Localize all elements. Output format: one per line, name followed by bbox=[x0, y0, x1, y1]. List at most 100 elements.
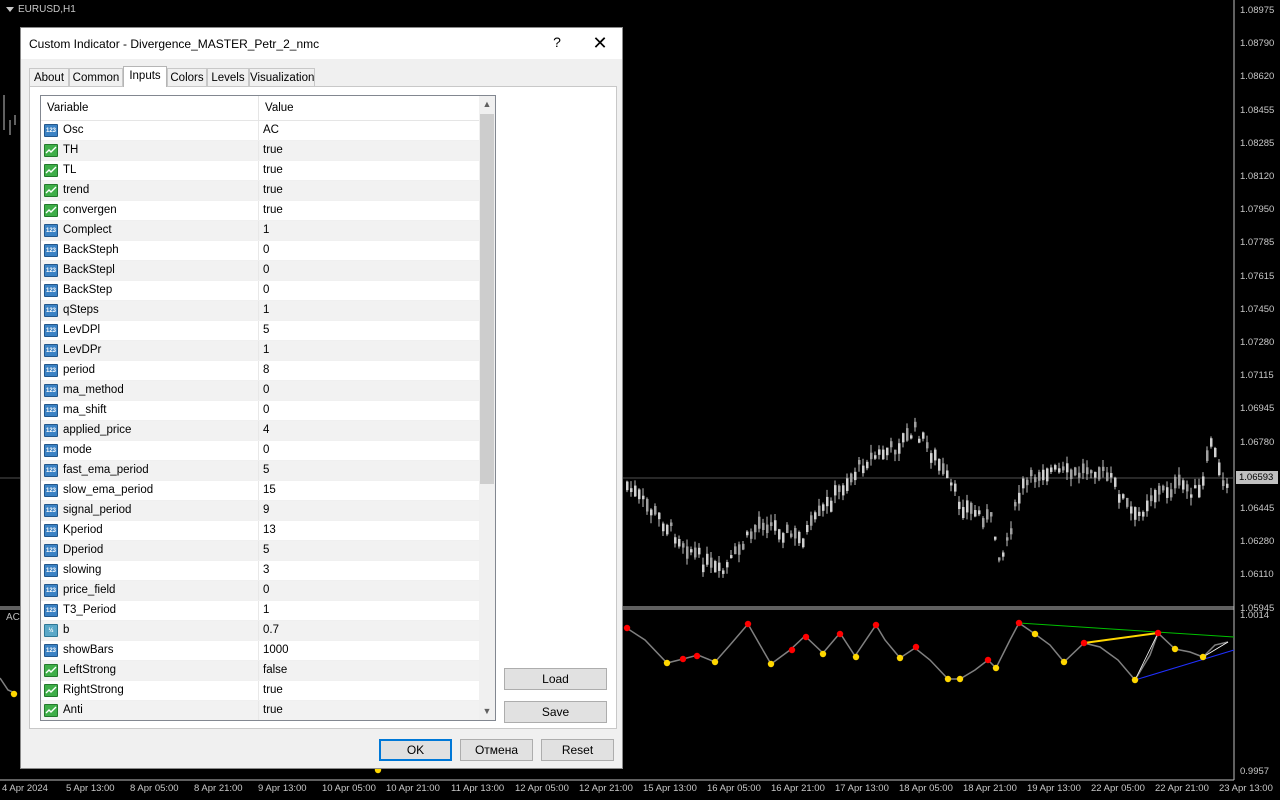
param-value[interactable]: 3 bbox=[263, 564, 269, 576]
candle-body bbox=[978, 510, 981, 515]
param-row-slowing[interactable]: 123 slowing 3 bbox=[41, 561, 479, 581]
peak-marker bbox=[984, 656, 992, 664]
param-value[interactable]: 1 bbox=[263, 304, 269, 316]
candle-body bbox=[1038, 472, 1041, 481]
param-row-kperiod[interactable]: 123 Kperiod 13 bbox=[41, 521, 479, 541]
param-value[interactable]: 13 bbox=[263, 524, 276, 536]
param-value[interactable]: 1 bbox=[263, 224, 269, 236]
tab-about[interactable]: About bbox=[29, 68, 69, 86]
save-button[interactable]: Save bbox=[504, 701, 607, 723]
tab-levels[interactable]: Levels bbox=[207, 68, 249, 86]
column-header-value[interactable]: Value bbox=[265, 102, 294, 114]
candle-body bbox=[774, 520, 777, 531]
candle-body bbox=[814, 512, 817, 520]
integer-type-icon: 123 bbox=[44, 444, 58, 457]
trough-marker bbox=[1199, 653, 1207, 661]
scroll-thumb[interactable] bbox=[480, 114, 494, 484]
param-row-t3_period[interactable]: 123 T3_Period 1 bbox=[41, 601, 479, 621]
scroll-down-arrow-icon[interactable]: ▼ bbox=[479, 703, 495, 720]
param-row-complect[interactable]: 123 Complect 1 bbox=[41, 221, 479, 241]
load-button[interactable]: Load bbox=[504, 668, 607, 690]
param-row-convergen[interactable]: convergen true bbox=[41, 201, 479, 221]
tab-colors[interactable]: Colors bbox=[167, 68, 207, 86]
param-row-dperiod[interactable]: 123 Dperiod 5 bbox=[41, 541, 479, 561]
param-value[interactable]: 0 bbox=[263, 264, 269, 276]
param-value[interactable]: 5 bbox=[263, 544, 269, 556]
param-value[interactable]: 0 bbox=[263, 444, 269, 456]
bool-type-icon bbox=[44, 704, 58, 717]
param-value[interactable]: 8 bbox=[263, 364, 269, 376]
candle-body bbox=[1174, 476, 1177, 489]
param-row-applied_price[interactable]: 123 applied_price 4 bbox=[41, 421, 479, 441]
tab-inputs[interactable]: Inputs bbox=[123, 66, 167, 87]
param-value[interactable]: 0 bbox=[263, 284, 269, 296]
param-row-slow_ema_period[interactable]: 123 slow_ema_period 15 bbox=[41, 481, 479, 501]
param-row-period[interactable]: 123 period 8 bbox=[41, 361, 479, 381]
param-value[interactable]: true bbox=[263, 184, 283, 196]
param-value[interactable]: 0 bbox=[263, 244, 269, 256]
param-value[interactable]: 1 bbox=[263, 344, 269, 356]
tab-visualization[interactable]: Visualization bbox=[249, 68, 315, 86]
param-row-trend[interactable]: trend true bbox=[41, 181, 479, 201]
param-value[interactable]: false bbox=[263, 664, 287, 676]
candle-body bbox=[734, 546, 737, 555]
header-divider[interactable] bbox=[258, 96, 259, 120]
param-row-rightstrong[interactable]: RightStrong true bbox=[41, 681, 479, 701]
column-divider bbox=[258, 121, 259, 140]
candle-body bbox=[870, 452, 873, 460]
tab-common[interactable]: Common bbox=[69, 68, 123, 86]
param-row-signal_period[interactable]: 123 signal_period 9 bbox=[41, 501, 479, 521]
param-value[interactable]: true bbox=[263, 144, 283, 156]
param-value[interactable]: true bbox=[263, 684, 283, 696]
candle-body bbox=[1170, 489, 1173, 498]
help-button[interactable]: ? bbox=[549, 34, 565, 52]
param-row-mode[interactable]: 123 mode 0 bbox=[41, 441, 479, 461]
param-value[interactable]: 0.7 bbox=[263, 624, 279, 636]
candle-body bbox=[1166, 487, 1169, 498]
param-value[interactable]: 4 bbox=[263, 424, 269, 436]
param-value[interactable]: 5 bbox=[263, 324, 269, 336]
param-value[interactable]: 0 bbox=[263, 384, 269, 396]
candle-body bbox=[1158, 485, 1161, 495]
list-scrollbar[interactable]: ▲ ▼ bbox=[479, 96, 495, 720]
param-row-b[interactable]: ½ b 0.7 bbox=[41, 621, 479, 641]
param-row-anti[interactable]: Anti true bbox=[41, 701, 479, 720]
param-value[interactable]: 1000 bbox=[263, 644, 289, 656]
param-row-tl[interactable]: TL true bbox=[41, 161, 479, 181]
param-value[interactable]: 0 bbox=[263, 584, 269, 596]
trough-marker bbox=[944, 675, 952, 683]
column-divider bbox=[258, 361, 259, 380]
cancel-button[interactable]: Отмена bbox=[460, 739, 533, 761]
param-value[interactable]: true bbox=[263, 164, 283, 176]
param-row-price_field[interactable]: 123 price_field 0 bbox=[41, 581, 479, 601]
param-row-backstep[interactable]: 123 BackStep 0 bbox=[41, 281, 479, 301]
scroll-up-arrow-icon[interactable]: ▲ bbox=[479, 96, 495, 113]
param-value[interactable]: 0 bbox=[263, 404, 269, 416]
param-row-ma_shift[interactable]: 123 ma_shift 0 bbox=[41, 401, 479, 421]
param-row-backsteph[interactable]: 123 BackSteph 0 bbox=[41, 241, 479, 261]
param-row-levdpr[interactable]: 123 LevDPr 1 bbox=[41, 341, 479, 361]
column-header-variable[interactable]: Variable bbox=[47, 102, 88, 114]
param-row-qsteps[interactable]: 123 qSteps 1 bbox=[41, 301, 479, 321]
param-row-backstepl[interactable]: 123 BackStepl 0 bbox=[41, 261, 479, 281]
param-row-fast_ema_period[interactable]: 123 fast_ema_period 5 bbox=[41, 461, 479, 481]
param-value[interactable]: true bbox=[263, 704, 283, 716]
param-row-osc[interactable]: 123 Osc AC bbox=[41, 121, 479, 141]
param-value[interactable]: 9 bbox=[263, 504, 269, 516]
param-row-showbars[interactable]: 123 showBars 1000 bbox=[41, 641, 479, 661]
param-row-leftstrong[interactable]: LeftStrong false bbox=[41, 661, 479, 681]
reset-button[interactable]: Reset bbox=[541, 739, 614, 761]
param-value[interactable]: 1 bbox=[263, 604, 269, 616]
oscillator-line bbox=[624, 621, 1229, 682]
dropdown-triangle-icon[interactable] bbox=[6, 6, 14, 12]
param-value[interactable]: AC bbox=[263, 124, 279, 136]
ok-button[interactable]: OK bbox=[379, 739, 452, 761]
close-icon[interactable]: ✕ bbox=[589, 33, 611, 53]
param-value[interactable]: 5 bbox=[263, 464, 269, 476]
candle-body bbox=[1042, 469, 1045, 481]
param-value[interactable]: 15 bbox=[263, 484, 276, 496]
param-row-levdpl[interactable]: 123 LevDPl 5 bbox=[41, 321, 479, 341]
param-row-ma_method[interactable]: 123 ma_method 0 bbox=[41, 381, 479, 401]
param-value[interactable]: true bbox=[263, 204, 283, 216]
param-row-th[interactable]: TH true bbox=[41, 141, 479, 161]
